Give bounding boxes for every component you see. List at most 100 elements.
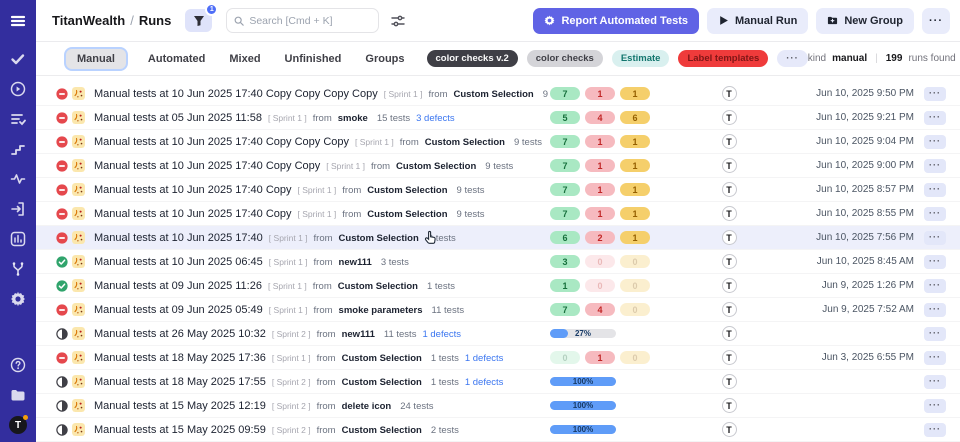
tab-groups[interactable]: Groups bbox=[363, 49, 406, 69]
display-settings-icon[interactable] bbox=[391, 14, 405, 28]
filter-button[interactable]: 1 bbox=[185, 9, 212, 32]
tags-more-button[interactable]: ··· bbox=[777, 50, 808, 67]
author-avatar[interactable]: T bbox=[722, 110, 737, 125]
new-group-button[interactable]: New Group bbox=[816, 8, 914, 34]
run-tag[interactable]: Estimate bbox=[612, 50, 670, 67]
run-kind-tabs: Manual Automated Mixed Unfinished Groups bbox=[66, 49, 407, 69]
review-icon[interactable] bbox=[10, 110, 27, 127]
run-row[interactable]: Manual tests at 05 Jun 2025 11:58 [ Spri… bbox=[36, 106, 960, 130]
run-row[interactable]: Manual tests at 15 May 2025 12:19 [ Spri… bbox=[36, 394, 960, 418]
run-row[interactable]: Manual tests at 09 Jun 2025 11:26 [ Spri… bbox=[36, 274, 960, 298]
row-more-button[interactable]: ··· bbox=[924, 303, 946, 317]
run-tests: 9 tests bbox=[457, 209, 485, 220]
author-avatar[interactable]: T bbox=[722, 398, 737, 413]
run-row[interactable]: Manual tests at 09 Jun 2025 05:49 [ Spri… bbox=[36, 298, 960, 322]
run-tag[interactable]: color checks v.2 bbox=[427, 50, 518, 67]
tab-automated[interactable]: Automated bbox=[146, 49, 207, 69]
author-avatar[interactable]: T bbox=[722, 326, 737, 341]
run-row[interactable]: Manual tests at 10 Jun 2025 06:45 [ Spri… bbox=[36, 250, 960, 274]
test-cases-icon[interactable] bbox=[10, 50, 27, 67]
tab-mixed[interactable]: Mixed bbox=[227, 49, 262, 69]
run-row[interactable]: Manual tests at 10 Jun 2025 17:40 [ Spri… bbox=[36, 226, 960, 250]
run-row[interactable]: Manual tests at 10 Jun 2025 17:40 Copy [… bbox=[36, 178, 960, 202]
run-row[interactable]: Manual tests at 10 Jun 2025 17:40 Copy [… bbox=[36, 202, 960, 226]
run-avatar-icon bbox=[72, 279, 94, 292]
projects-icon[interactable] bbox=[10, 386, 27, 403]
warning-count-pill: 1 bbox=[620, 135, 650, 148]
author-avatar[interactable]: T bbox=[722, 374, 737, 389]
run-row[interactable]: Manual tests at 26 May 2025 10:32 [ Spri… bbox=[36, 322, 960, 346]
row-more-button[interactable]: ··· bbox=[924, 279, 946, 293]
row-more-button[interactable]: ··· bbox=[924, 135, 946, 149]
search-input[interactable] bbox=[249, 15, 371, 27]
author-avatar[interactable]: T bbox=[722, 86, 737, 101]
import-icon[interactable] bbox=[10, 200, 27, 217]
row-more-button[interactable]: ··· bbox=[924, 111, 946, 125]
row-more-button[interactable]: ··· bbox=[924, 351, 946, 365]
author-avatar[interactable]: T bbox=[722, 278, 737, 293]
run-row[interactable]: Manual tests at 10 Jun 2025 17:40 Copy C… bbox=[36, 130, 960, 154]
row-more-button[interactable]: ··· bbox=[924, 231, 946, 245]
breadcrumb-project[interactable]: TitanWealth bbox=[52, 13, 125, 28]
failed-count-pill: 0 bbox=[585, 279, 615, 292]
user-avatar[interactable]: T bbox=[9, 416, 27, 434]
result-pills: 7 1 1 bbox=[550, 207, 674, 220]
report-automated-tests-button[interactable]: Report Automated Tests bbox=[533, 8, 699, 34]
tab-unfinished[interactable]: Unfinished bbox=[283, 49, 344, 69]
run-defects-link[interactable]: 1 defects bbox=[465, 377, 504, 388]
activity-icon[interactable] bbox=[10, 170, 27, 187]
run-tag[interactable]: color checks bbox=[527, 50, 603, 67]
author-avatar[interactable]: T bbox=[722, 254, 737, 269]
run-from-label: from bbox=[314, 257, 333, 268]
row-more-button[interactable]: ··· bbox=[924, 423, 946, 437]
row-more-button[interactable]: ··· bbox=[924, 327, 946, 341]
run-tests: 24 tests bbox=[400, 401, 433, 412]
run-timestamp: Jun 10, 2025 7:56 PM bbox=[784, 232, 924, 243]
menu-icon[interactable] bbox=[10, 12, 27, 29]
settings-icon[interactable] bbox=[10, 290, 27, 307]
header-more-button[interactable]: ··· bbox=[922, 8, 950, 34]
run-row[interactable]: Manual tests at 10 Jun 2025 17:40 Copy C… bbox=[36, 154, 960, 178]
author-avatar[interactable]: T bbox=[722, 350, 737, 365]
row-more-button[interactable]: ··· bbox=[924, 183, 946, 197]
status-failed-icon bbox=[56, 112, 72, 124]
author-avatar[interactable]: T bbox=[722, 134, 737, 149]
run-stats-cell: 0 1 0 bbox=[550, 351, 674, 364]
run-row[interactable]: Manual tests at 18 May 2025 17:55 [ Spri… bbox=[36, 370, 960, 394]
analytics-icon[interactable] bbox=[10, 230, 27, 247]
run-source: Custom Selection bbox=[367, 185, 447, 196]
run-source: smoke parameters bbox=[339, 305, 423, 316]
run-row[interactable]: Manual tests at 18 May 2025 17:36 [ Spri… bbox=[36, 346, 960, 370]
row-more-button[interactable]: ··· bbox=[924, 87, 946, 101]
run-row[interactable]: Manual tests at 15 May 2025 09:59 [ Spri… bbox=[36, 418, 960, 442]
runs-icon[interactable] bbox=[10, 80, 27, 97]
run-defects-link[interactable]: 1 defects bbox=[422, 329, 461, 340]
run-row[interactable]: Manual tests at 10 Jun 2025 17:40 Copy C… bbox=[36, 82, 960, 106]
row-more-button[interactable]: ··· bbox=[924, 159, 946, 173]
warning-count-pill: 0 bbox=[620, 303, 650, 316]
run-defects-link[interactable]: 1 defects bbox=[465, 353, 504, 364]
help-icon[interactable] bbox=[10, 356, 27, 373]
tab-manual[interactable]: Manual bbox=[66, 49, 126, 69]
author-avatar[interactable]: T bbox=[722, 206, 737, 221]
run-defects-link[interactable]: 3 defects bbox=[416, 113, 455, 124]
author-avatar[interactable]: T bbox=[722, 182, 737, 197]
traceability-icon[interactable] bbox=[10, 260, 27, 277]
result-pills: 6 2 1 bbox=[550, 231, 674, 244]
warning-count-pill: 1 bbox=[620, 183, 650, 196]
row-more-button[interactable]: ··· bbox=[924, 399, 946, 413]
manual-run-button[interactable]: Manual Run bbox=[707, 8, 808, 34]
author-avatar[interactable]: T bbox=[722, 422, 737, 437]
author-avatar[interactable]: T bbox=[722, 158, 737, 173]
search-box[interactable] bbox=[226, 8, 379, 33]
run-tag[interactable]: Label templates bbox=[678, 50, 768, 67]
row-more-button[interactable]: ··· bbox=[924, 375, 946, 389]
author-avatar[interactable]: T bbox=[722, 302, 737, 317]
filter-bar: Manual Automated Mixed Unfinished Groups col… bbox=[36, 42, 960, 76]
row-more-button[interactable]: ··· bbox=[924, 255, 946, 269]
author-avatar[interactable]: T bbox=[722, 230, 737, 245]
progress-bar: 27% bbox=[550, 329, 616, 338]
shared-steps-icon[interactable] bbox=[10, 140, 27, 157]
run-from-label: from bbox=[317, 329, 336, 340]
row-more-button[interactable]: ··· bbox=[924, 207, 946, 221]
